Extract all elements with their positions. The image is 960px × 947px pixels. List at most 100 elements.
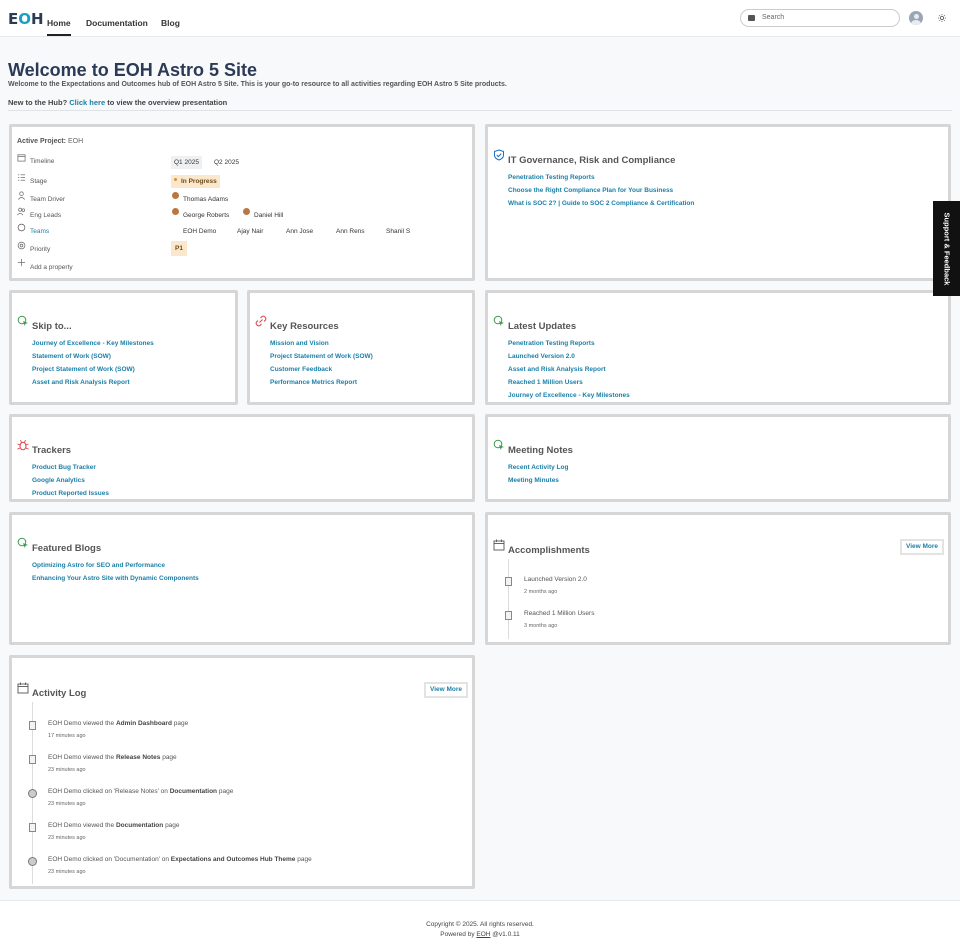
- eng-lead-2[interactable]: Daniel Hill: [254, 212, 283, 219]
- cursor-click-icon: [493, 315, 504, 326]
- plus-icon[interactable]: [17, 258, 26, 267]
- team-driver-value[interactable]: Thomas Adams: [183, 196, 228, 203]
- click-icon: [28, 789, 37, 798]
- add-property-button[interactable]: Add a property: [30, 264, 73, 271]
- blog-link[interactable]: Optimizing Astro for SEO and Performance: [32, 562, 165, 569]
- nav-documentation[interactable]: Documentation: [86, 18, 148, 28]
- eng-lead-1[interactable]: George Roberts: [183, 212, 229, 219]
- team-member[interactable]: Ajay Nair: [237, 228, 263, 235]
- activity-text: EOH Demo viewed the Release Notes page: [48, 754, 177, 761]
- active-project-card: Active Project: EOH Timeline Q1 2025 Q2 …: [9, 124, 475, 281]
- resource-link[interactable]: Mission and Vision: [270, 340, 329, 347]
- key-resources-title: Key Resources: [270, 321, 339, 332]
- team-driver-label: Team Driver: [30, 196, 66, 203]
- timeline-chip-q2[interactable]: Q2 2025: [211, 156, 242, 169]
- blog-link[interactable]: Enhancing Your Astro Site with Dynamic C…: [32, 575, 199, 582]
- cursor-click-icon: [17, 315, 28, 326]
- person-icon: [18, 191, 25, 200]
- update-link[interactable]: Asset and Risk Analysis Report: [508, 366, 606, 373]
- priority-chip[interactable]: P1: [171, 241, 187, 256]
- activity-view-more-button[interactable]: View More: [424, 682, 468, 698]
- calendar-icon: [493, 539, 505, 551]
- checklist-icon: [17, 174, 26, 181]
- user-avatar-icon[interactable]: [909, 11, 923, 25]
- update-link[interactable]: Journey of Excellence - Key Milestones: [508, 392, 630, 399]
- skip-link[interactable]: Project Statement of Work (SOW): [32, 366, 135, 373]
- trackers-card: Trackers Product Bug Tracker Google Anal…: [9, 414, 475, 502]
- cursor-click-icon: [493, 439, 504, 450]
- search-input[interactable]: Search: [740, 9, 900, 27]
- avatar: [172, 192, 179, 199]
- activity-log-card: Activity Log View More EOH Demo viewed t…: [9, 655, 475, 889]
- resource-link[interactable]: Performance Metrics Report: [270, 379, 357, 386]
- team-member[interactable]: EOH Demo: [183, 228, 216, 235]
- activity-time: 23 minutes ago: [48, 767, 86, 773]
- activity-text: EOH Demo viewed the Admin Dashboard page: [48, 720, 189, 727]
- accomplishment-time: 3 months ago: [524, 623, 558, 629]
- hero-divider: [8, 110, 952, 111]
- update-link[interactable]: Launched Version 2.0: [508, 353, 575, 360]
- accomplishment-text: Reached 1 Million Users: [524, 610, 595, 617]
- overview-prompt: New to the Hub? Click here to view the o…: [8, 98, 228, 107]
- stage-chip[interactable]: In Progress: [171, 175, 220, 188]
- resource-link[interactable]: Project Statement of Work (SOW): [270, 353, 373, 360]
- governance-link[interactable]: What is SOC 2? | Guide to SOC 2 Complian…: [508, 200, 694, 207]
- skip-link[interactable]: Statement of Work (SOW): [32, 353, 111, 360]
- accomplishments-view-more-button[interactable]: View More: [900, 539, 944, 555]
- active-project-label: Active Project: EOH: [17, 138, 84, 145]
- update-link[interactable]: Reached 1 Million Users: [508, 379, 583, 386]
- overview-link[interactable]: Click here: [69, 98, 105, 107]
- timeline-chip-q1[interactable]: Q1 2025: [171, 156, 202, 169]
- activity-text: EOH Demo clicked on 'Documentation' on E…: [48, 856, 312, 863]
- powered-by-text: Powered by EOH @v1.0.11: [440, 931, 520, 938]
- document-icon: [29, 823, 36, 832]
- activity-time: 23 minutes ago: [48, 869, 86, 875]
- activity-time: 17 minutes ago: [48, 733, 86, 739]
- bug-icon: [17, 439, 29, 451]
- click-icon: [28, 857, 37, 866]
- tracker-link[interactable]: Product Bug Tracker: [32, 464, 96, 471]
- skip-link[interactable]: Journey of Excellence - Key Milestones: [32, 340, 154, 347]
- search-icon: [748, 15, 755, 21]
- tracker-link[interactable]: Google Analytics: [32, 477, 85, 484]
- nav-home[interactable]: Home: [47, 18, 71, 36]
- meeting-link[interactable]: Recent Activity Log: [508, 464, 568, 471]
- update-link[interactable]: Penetration Testing Reports: [508, 340, 595, 347]
- activity-time: 23 minutes ago: [48, 835, 86, 841]
- skip-to-title: Skip to...: [32, 321, 72, 332]
- page-subtitle: Welcome to the Expectations and Outcomes…: [8, 81, 507, 88]
- meeting-notes-card: Meeting Notes Recent Activity Log Meetin…: [485, 414, 951, 502]
- governance-title: IT Governance, Risk and Compliance: [508, 155, 676, 166]
- resource-link[interactable]: Customer Feedback: [270, 366, 332, 373]
- calendar-icon: [17, 682, 29, 694]
- tracker-link[interactable]: Product Reported Issues: [32, 490, 109, 497]
- teams-label[interactable]: Teams: [30, 228, 49, 235]
- meeting-link[interactable]: Meeting Minutes: [508, 477, 559, 484]
- eng-leads-label: Eng Leads: [30, 212, 62, 219]
- timeline-line: [508, 559, 509, 639]
- theme-toggle-sun-icon[interactable]: [938, 14, 946, 22]
- timeline-label: Timeline: [30, 158, 55, 165]
- support-feedback-tab[interactable]: Support & Feedback: [933, 201, 960, 296]
- document-icon: [505, 577, 512, 586]
- footer-eoh-link[interactable]: EOH: [476, 931, 490, 938]
- activity-text: EOH Demo viewed the Documentation page: [48, 822, 180, 829]
- team-member[interactable]: Ann Rens: [336, 228, 365, 235]
- key-resources-card: Key Resources Mission and Vision Project…: [247, 290, 475, 405]
- accomplishments-title: Accomplishments: [508, 545, 590, 556]
- skip-link[interactable]: Asset and Risk Analysis Report: [32, 379, 130, 386]
- activity-log-title: Activity Log: [32, 688, 87, 699]
- accomplishment-text: Launched Version 2.0: [524, 576, 587, 583]
- people-icon: [17, 207, 26, 216]
- activity-text: EOH Demo clicked on 'Release Notes' on D…: [48, 788, 234, 795]
- governance-link[interactable]: Choose the Right Compliance Plan for You…: [508, 187, 673, 194]
- search-placeholder: Search: [762, 14, 785, 21]
- team-member[interactable]: Shanil S: [386, 228, 410, 235]
- team-member[interactable]: Ann Jose: [286, 228, 313, 235]
- avatar: [172, 208, 179, 215]
- status-dot-icon: [174, 178, 177, 181]
- governance-link[interactable]: Penetration Testing Reports: [508, 174, 595, 181]
- nav-blog[interactable]: Blog: [161, 18, 180, 28]
- eoh-logo[interactable]: EOH: [8, 10, 44, 28]
- meeting-notes-title: Meeting Notes: [508, 445, 573, 456]
